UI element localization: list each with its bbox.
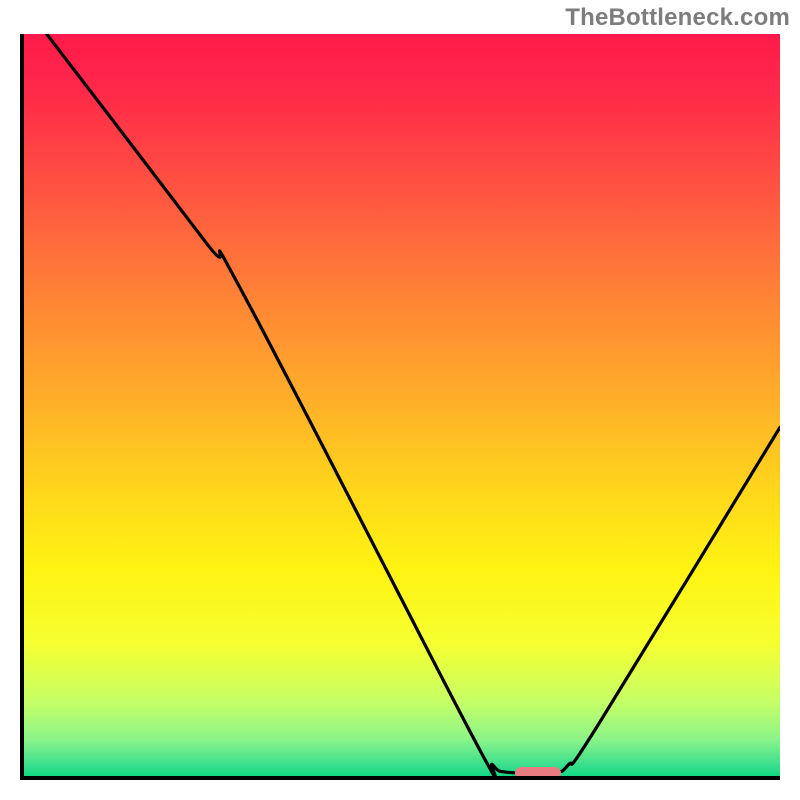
watermark-text: TheBottleneck.com — [565, 4, 790, 32]
optimal-marker — [515, 767, 560, 779]
plot-svg — [24, 34, 780, 776]
gradient-fill — [24, 34, 780, 776]
plot-frame — [20, 34, 780, 780]
chart-container: TheBottleneck.com — [0, 0, 800, 800]
